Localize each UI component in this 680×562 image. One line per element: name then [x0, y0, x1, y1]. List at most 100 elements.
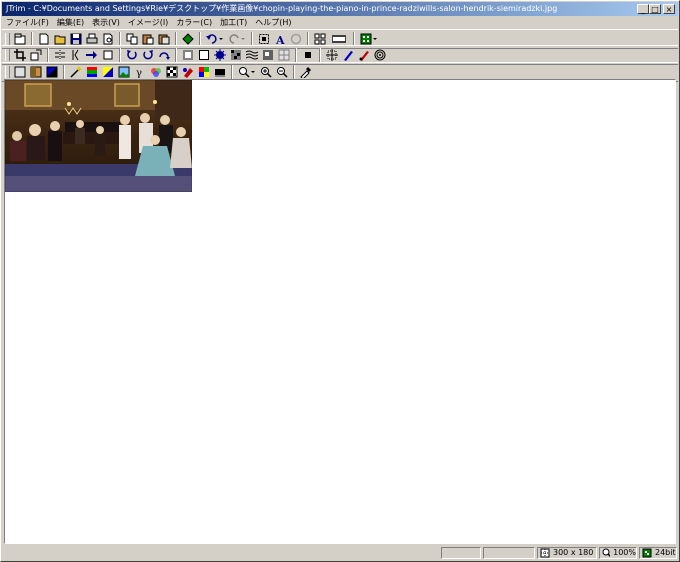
frame-icon[interactable]: [181, 48, 195, 62]
app-window: JTrim - C:¥Documents and Settings¥Rie¥デス…: [0, 0, 680, 562]
grid-view-icon[interactable]: [313, 32, 327, 46]
toolbar-grip[interactable]: [5, 66, 10, 78]
gamma-icon[interactable]: γ: [133, 65, 147, 79]
toolbar-separator: [293, 65, 295, 79]
zoom-icon: [602, 548, 611, 558]
toolbar-separator: [47, 48, 49, 62]
menu-image[interactable]: イメージ(I): [124, 17, 172, 29]
toolbar-separator: [63, 65, 65, 79]
toolbar-separator: [175, 48, 177, 62]
capture-icon[interactable]: [181, 32, 195, 46]
eyedropper-icon[interactable]: [299, 65, 313, 79]
redo-icon: [227, 32, 247, 46]
menu-file[interactable]: ファイル(F): [2, 17, 53, 29]
color-depth-text: 24bit: [655, 548, 676, 557]
status-size: 300 x 180: [537, 547, 597, 559]
status-panel-empty: [483, 547, 535, 559]
image-preview[interactable]: [5, 80, 192, 192]
rgb-icon[interactable]: [101, 65, 115, 79]
maximize-button[interactable]: □: [649, 4, 661, 14]
spiral-icon[interactable]: [373, 48, 387, 62]
tile-icon[interactable]: [277, 48, 291, 62]
menu-bar: ファイル(F) 編集(E) 表示(V) イメージ(I) カラー(C) 加工(T)…: [2, 17, 678, 29]
flip-vertical-icon[interactable]: [69, 48, 83, 62]
color-balance-icon[interactable]: [149, 65, 163, 79]
menu-help[interactable]: ヘルプ(H): [251, 17, 295, 29]
zoom-in-icon[interactable]: [259, 65, 273, 79]
flip-horizontal-icon[interactable]: [53, 48, 67, 62]
toolbar-separator: [31, 32, 33, 46]
color-depth-icon: [642, 548, 652, 558]
film-strip-icon[interactable]: [329, 32, 349, 46]
new-file-icon[interactable]: [37, 32, 51, 46]
grayscale-icon[interactable]: [13, 65, 27, 79]
menu-edit[interactable]: 編集(E): [53, 17, 88, 29]
toolbar-separator: [295, 48, 297, 62]
print-icon[interactable]: [85, 32, 99, 46]
svg-text:A: A: [275, 34, 285, 45]
toolbar-grip[interactable]: [5, 49, 10, 61]
mosaic-icon[interactable]: [229, 48, 243, 62]
status-panel-empty: [441, 547, 481, 559]
sunburst-icon[interactable]: [213, 48, 227, 62]
menu-process[interactable]: 加工(T): [216, 17, 251, 29]
crop-icon[interactable]: [13, 48, 27, 62]
save-icon[interactable]: [69, 32, 83, 46]
rotate-icon[interactable]: [101, 48, 115, 62]
magic-wand-icon[interactable]: [69, 65, 83, 79]
undo-icon[interactable]: [205, 32, 225, 46]
rotate-arbitrary-icon[interactable]: [85, 48, 99, 62]
toolbar-separator: [319, 48, 321, 62]
checker-icon[interactable]: [165, 65, 179, 79]
toolbar-separator: [175, 32, 177, 46]
image-size-icon: [540, 548, 550, 558]
window-title: JTrim - C:¥Documents and Settings¥Rie¥デス…: [6, 4, 558, 13]
menu-view[interactable]: 表示(V): [88, 17, 124, 29]
window-controls: _ □ ×: [637, 4, 675, 14]
invert-icon[interactable]: [45, 65, 59, 79]
minimize-button[interactable]: _: [637, 4, 649, 14]
wave-icon[interactable]: [245, 48, 259, 62]
color-palette-icon[interactable]: [359, 32, 379, 46]
toolbar-separator: [307, 32, 309, 46]
paste-icon[interactable]: [141, 32, 155, 46]
brush-icon[interactable]: [341, 48, 355, 62]
print-preview-icon[interactable]: [101, 32, 115, 46]
picture-icon[interactable]: [117, 65, 131, 79]
toolbar-separator: [353, 32, 355, 46]
eraser-pen-icon[interactable]: [357, 48, 371, 62]
border-icon[interactable]: [197, 48, 211, 62]
resize-icon[interactable]: [29, 48, 43, 62]
open-folder-icon[interactable]: [53, 32, 67, 46]
sepia-icon[interactable]: [29, 65, 43, 79]
status-bar: 300 x 180 100% 24bit: [2, 546, 678, 560]
zoom-out-icon[interactable]: [275, 65, 289, 79]
color-replace-icon[interactable]: [181, 65, 195, 79]
svg-text:γ: γ: [136, 68, 142, 78]
disabled-icon: [289, 32, 303, 46]
toolbar-separator: [231, 65, 233, 79]
close-button[interactable]: ×: [663, 4, 675, 14]
select-all-icon[interactable]: [257, 32, 271, 46]
rotate-180-icon[interactable]: [157, 48, 171, 62]
zoom-menu-icon[interactable]: [237, 65, 257, 79]
monochrome-icon[interactable]: [213, 65, 227, 79]
image-size-text: 300 x 180: [553, 548, 594, 557]
toolbar-grip[interactable]: [5, 33, 10, 45]
text-icon[interactable]: A: [273, 32, 287, 46]
menu-color[interactable]: カラー(C): [172, 17, 216, 29]
emboss-icon[interactable]: [261, 48, 275, 62]
rotate-right-icon[interactable]: [141, 48, 155, 62]
copy-icon[interactable]: [125, 32, 139, 46]
black-square-icon[interactable]: [301, 48, 315, 62]
rotate-left-icon[interactable]: [125, 48, 139, 62]
expand-icon[interactable]: [325, 48, 339, 62]
paste-new-icon[interactable]: [157, 32, 171, 46]
palette-icon[interactable]: [197, 65, 211, 79]
image-canvas[interactable]: [4, 79, 676, 544]
gradient-icon[interactable]: [85, 65, 99, 79]
toolbar-separator: [119, 32, 121, 46]
toolbar-separator: [199, 32, 201, 46]
open-recent-icon[interactable]: [13, 32, 27, 46]
title-bar[interactable]: JTrim - C:¥Documents and Settings¥Rie¥デス…: [2, 2, 678, 16]
